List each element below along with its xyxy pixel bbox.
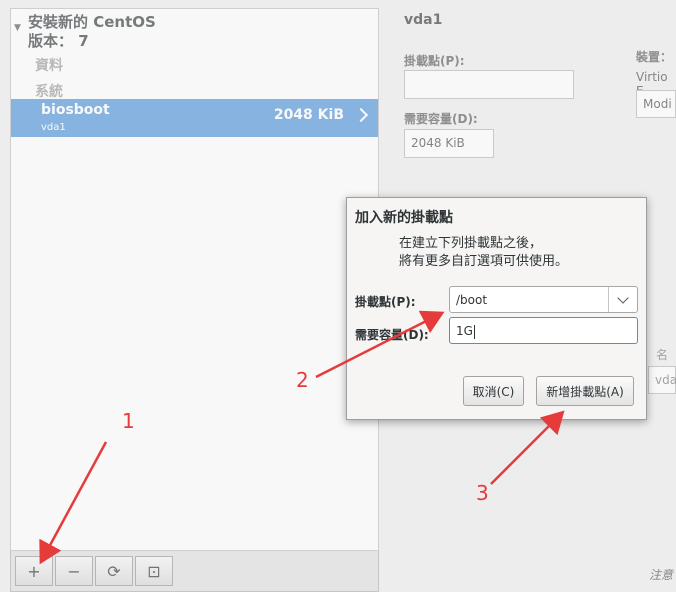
modify-button[interactable]: Modi: [636, 90, 676, 118]
note-text: 注意: [649, 568, 674, 582]
install-title: 安裝新的 CentOS 版本： 7: [28, 13, 156, 50]
cancel-button[interactable]: 取消(C): [463, 376, 524, 406]
capacity-field[interactable]: 1G: [449, 317, 638, 344]
chevron-down-icon[interactable]: [608, 287, 637, 312]
device-label: 裝置：: [636, 50, 673, 64]
section-data-label: 資料: [35, 58, 63, 74]
mount-point-value: /boot: [456, 293, 488, 307]
mount-point-label: 掛載點(P):: [404, 54, 465, 68]
capacity-value: 1G: [456, 324, 473, 338]
partition-tree-panel: ▼ 安裝新的 CentOS 版本： 7 資料 系統 biosboot vda1 …: [10, 8, 379, 551]
mount-point-combobox[interactable]: /boot: [449, 286, 638, 313]
detail-title: vda1: [404, 12, 443, 28]
partition-size: 2048 KiB: [273, 107, 344, 123]
chevron-right-icon: [353, 107, 369, 123]
section-system-label: 系統: [35, 84, 63, 100]
capacity-input[interactable]: 2048 KiB: [404, 129, 494, 158]
remove-mount-button[interactable]: −: [55, 556, 93, 586]
dialog-description: 在建立下列掛載點之後， 將有更多自訂選項可供使用。: [399, 236, 569, 269]
partition-toolbar: + − ⟳ ⊡: [10, 551, 379, 592]
capacity-label: 需要容量(D):: [404, 112, 478, 126]
dialog-capacity-label: 需要容量(D):: [355, 328, 429, 342]
annotation-number-3: 3: [476, 481, 489, 505]
refresh-icon[interactable]: ⟳: [95, 556, 133, 586]
annotation-number-1: 1: [122, 409, 135, 433]
annotation-number-2: 2: [296, 368, 309, 392]
configure-icon[interactable]: ⊡: [135, 556, 173, 586]
mount-point-input[interactable]: [404, 70, 574, 99]
add-mount-button[interactable]: +: [15, 556, 53, 586]
partition-name: biosboot: [41, 102, 110, 118]
name-input[interactable]: vda1: [648, 366, 676, 394]
add-mount-point-button[interactable]: 新增掛載點(A): [536, 376, 634, 406]
dialog-mount-label: 掛載點(P):: [355, 295, 416, 309]
partition-row-biosboot[interactable]: biosboot vda1 2048 KiB: [11, 99, 378, 137]
partition-device: vda1: [41, 122, 66, 133]
text-caret: [473, 324, 475, 339]
expand-arrow-icon[interactable]: ▼: [14, 23, 21, 33]
dialog-title: 加入新的掛載點: [355, 210, 453, 226]
add-mount-point-dialog: 加入新的掛載點 在建立下列掛載點之後， 將有更多自訂選項可供使用。 掛載點(P)…: [346, 197, 647, 420]
